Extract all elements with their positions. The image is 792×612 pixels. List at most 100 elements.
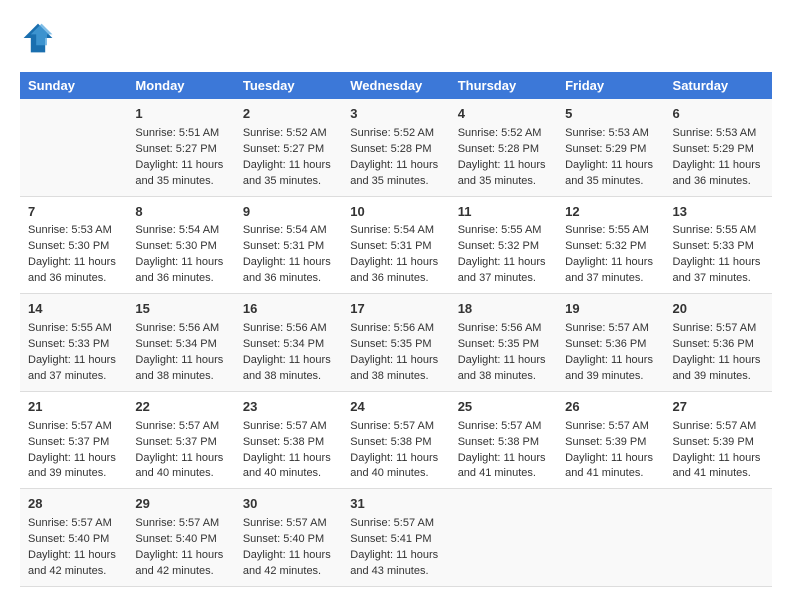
calendar-cell: 1 Sunrise: 5:51 AM Sunset: 5:27 PM Daylig… xyxy=(127,99,234,196)
day-info: Sunrise: 5:53 AM Sunset: 5:30 PM Dayligh… xyxy=(28,224,116,284)
calendar-cell: 10 Sunrise: 5:54 AM Sunset: 5:31 PM Dayli… xyxy=(342,196,449,294)
calendar-cell: 26Sunrise: 5:57 AM Sunset: 5:39 PM Dayli… xyxy=(557,391,664,489)
day-number: 24 xyxy=(350,398,441,417)
calendar-cell: 11 Sunrise: 5:55 AM Sunset: 5:32 PM Dayli… xyxy=(450,196,557,294)
day-info: Sunrise: 5:52 AM Sunset: 5:28 PM Dayligh… xyxy=(458,127,546,187)
calendar-cell: 12Sunrise: 5:55 AM Sunset: 5:32 PM Dayli… xyxy=(557,196,664,294)
calendar-cell: 24 Sunrise: 5:57 AM Sunset: 5:38 PM Dayli… xyxy=(342,391,449,489)
day-info: Sunrise: 5:57 AM Sunset: 5:39 PM Dayligh… xyxy=(673,420,761,480)
logo xyxy=(20,20,62,56)
day-number: 31 xyxy=(350,495,441,514)
day-number: 2 xyxy=(243,105,334,124)
col-header-sunday: Sunday xyxy=(20,72,127,99)
day-number: 30 xyxy=(243,495,334,514)
day-info: Sunrise: 5:57 AM Sunset: 5:37 PM Dayligh… xyxy=(135,420,223,480)
calendar-cell xyxy=(20,99,127,196)
day-number: 14 xyxy=(28,300,119,319)
day-number: 18 xyxy=(458,300,549,319)
day-number: 11 xyxy=(458,203,549,222)
calendar-cell: 9 Sunrise: 5:54 AM Sunset: 5:31 PM Daylig… xyxy=(235,196,342,294)
day-number: 9 xyxy=(243,203,334,222)
page-header xyxy=(20,20,772,56)
day-number: 16 xyxy=(243,300,334,319)
calendar-cell: 28 Sunrise: 5:57 AM Sunset: 5:40 PM Dayli… xyxy=(20,489,127,587)
day-number: 20 xyxy=(673,300,764,319)
calendar-cell: 16 Sunrise: 5:56 AM Sunset: 5:34 PM Dayli… xyxy=(235,294,342,392)
calendar-cell: 25 Sunrise: 5:57 AM Sunset: 5:38 PM Dayli… xyxy=(450,391,557,489)
day-info: Sunrise: 5:54 AM Sunset: 5:31 PM Dayligh… xyxy=(243,224,331,284)
day-info: Sunrise: 5:57 AM Sunset: 5:37 PM Dayligh… xyxy=(28,420,116,480)
day-info: Sunrise: 5:57 AM Sunset: 5:38 PM Dayligh… xyxy=(458,420,546,480)
day-info: Sunrise: 5:53 AM Sunset: 5:29 PM Dayligh… xyxy=(565,127,653,187)
day-number: 25 xyxy=(458,398,549,417)
day-number: 12 xyxy=(565,203,656,222)
day-number: 22 xyxy=(135,398,226,417)
day-info: Sunrise: 5:55 AM Sunset: 5:33 PM Dayligh… xyxy=(673,224,761,284)
calendar-cell: 15 Sunrise: 5:56 AM Sunset: 5:34 PM Dayli… xyxy=(127,294,234,392)
day-info: Sunrise: 5:57 AM Sunset: 5:40 PM Dayligh… xyxy=(243,517,331,577)
day-info: Sunrise: 5:57 AM Sunset: 5:40 PM Dayligh… xyxy=(135,517,223,577)
day-info: Sunrise: 5:51 AM Sunset: 5:27 PM Dayligh… xyxy=(135,127,223,187)
day-number: 21 xyxy=(28,398,119,417)
day-number: 5 xyxy=(565,105,656,124)
calendar-cell: 21 Sunrise: 5:57 AM Sunset: 5:37 PM Dayli… xyxy=(20,391,127,489)
day-info: Sunrise: 5:55 AM Sunset: 5:32 PM Dayligh… xyxy=(458,224,546,284)
day-number: 6 xyxy=(673,105,764,124)
col-header-saturday: Saturday xyxy=(665,72,772,99)
day-number: 26 xyxy=(565,398,656,417)
day-info: Sunrise: 5:56 AM Sunset: 5:35 PM Dayligh… xyxy=(350,322,438,382)
day-number: 7 xyxy=(28,203,119,222)
day-number: 1 xyxy=(135,105,226,124)
calendar-week-row: 21 Sunrise: 5:57 AM Sunset: 5:37 PM Dayli… xyxy=(20,391,772,489)
day-info: Sunrise: 5:53 AM Sunset: 5:29 PM Dayligh… xyxy=(673,127,761,187)
day-info: Sunrise: 5:57 AM Sunset: 5:40 PM Dayligh… xyxy=(28,517,116,577)
logo-icon xyxy=(20,20,56,56)
calendar-cell xyxy=(450,489,557,587)
col-header-friday: Friday xyxy=(557,72,664,99)
calendar-cell: 17Sunrise: 5:56 AM Sunset: 5:35 PM Dayli… xyxy=(342,294,449,392)
day-info: Sunrise: 5:54 AM Sunset: 5:31 PM Dayligh… xyxy=(350,224,438,284)
day-info: Sunrise: 5:52 AM Sunset: 5:27 PM Dayligh… xyxy=(243,127,331,187)
day-number: 15 xyxy=(135,300,226,319)
calendar-cell: 8 Sunrise: 5:54 AM Sunset: 5:30 PM Daylig… xyxy=(127,196,234,294)
calendar-cell: 13 Sunrise: 5:55 AM Sunset: 5:33 PM Dayli… xyxy=(665,196,772,294)
calendar-cell: 3Sunrise: 5:52 AM Sunset: 5:28 PM Daylig… xyxy=(342,99,449,196)
calendar-cell: 29 Sunrise: 5:57 AM Sunset: 5:40 PM Dayli… xyxy=(127,489,234,587)
day-number: 13 xyxy=(673,203,764,222)
calendar-cell: 5 Sunrise: 5:53 AM Sunset: 5:29 PM Daylig… xyxy=(557,99,664,196)
col-header-thursday: Thursday xyxy=(450,72,557,99)
col-header-wednesday: Wednesday xyxy=(342,72,449,99)
calendar-cell: 7 Sunrise: 5:53 AM Sunset: 5:30 PM Daylig… xyxy=(20,196,127,294)
calendar-week-row: 28 Sunrise: 5:57 AM Sunset: 5:40 PM Dayli… xyxy=(20,489,772,587)
day-info: Sunrise: 5:57 AM Sunset: 5:41 PM Dayligh… xyxy=(350,517,438,577)
col-header-tuesday: Tuesday xyxy=(235,72,342,99)
day-number: 19 xyxy=(565,300,656,319)
calendar-cell: 19 Sunrise: 5:57 AM Sunset: 5:36 PM Dayli… xyxy=(557,294,664,392)
calendar-cell xyxy=(557,489,664,587)
day-info: Sunrise: 5:57 AM Sunset: 5:36 PM Dayligh… xyxy=(565,322,653,382)
calendar-cell: 14 Sunrise: 5:55 AM Sunset: 5:33 PM Dayli… xyxy=(20,294,127,392)
calendar-cell: 20 Sunrise: 5:57 AM Sunset: 5:36 PM Dayli… xyxy=(665,294,772,392)
day-info: Sunrise: 5:56 AM Sunset: 5:34 PM Dayligh… xyxy=(135,322,223,382)
day-number: 28 xyxy=(28,495,119,514)
day-number: 23 xyxy=(243,398,334,417)
calendar-cell: 27Sunrise: 5:57 AM Sunset: 5:39 PM Dayli… xyxy=(665,391,772,489)
day-number: 29 xyxy=(135,495,226,514)
day-number: 8 xyxy=(135,203,226,222)
day-info: Sunrise: 5:57 AM Sunset: 5:36 PM Dayligh… xyxy=(673,322,761,382)
calendar-cell: 22 Sunrise: 5:57 AM Sunset: 5:37 PM Dayli… xyxy=(127,391,234,489)
day-info: Sunrise: 5:55 AM Sunset: 5:33 PM Dayligh… xyxy=(28,322,116,382)
day-info: Sunrise: 5:57 AM Sunset: 5:38 PM Dayligh… xyxy=(243,420,331,480)
col-header-monday: Monday xyxy=(127,72,234,99)
day-number: 10 xyxy=(350,203,441,222)
calendar-week-row: 14 Sunrise: 5:55 AM Sunset: 5:33 PM Dayli… xyxy=(20,294,772,392)
calendar-cell: 18Sunrise: 5:56 AM Sunset: 5:35 PM Dayli… xyxy=(450,294,557,392)
calendar-table: SundayMondayTuesdayWednesdayThursdayFrid… xyxy=(20,72,772,587)
calendar-cell xyxy=(665,489,772,587)
day-info: Sunrise: 5:56 AM Sunset: 5:34 PM Dayligh… xyxy=(243,322,331,382)
day-info: Sunrise: 5:54 AM Sunset: 5:30 PM Dayligh… xyxy=(135,224,223,284)
calendar-cell: 23 Sunrise: 5:57 AM Sunset: 5:38 PM Dayli… xyxy=(235,391,342,489)
day-info: Sunrise: 5:57 AM Sunset: 5:38 PM Dayligh… xyxy=(350,420,438,480)
calendar-cell: 6 Sunrise: 5:53 AM Sunset: 5:29 PM Daylig… xyxy=(665,99,772,196)
calendar-cell: 2 Sunrise: 5:52 AM Sunset: 5:27 PM Daylig… xyxy=(235,99,342,196)
